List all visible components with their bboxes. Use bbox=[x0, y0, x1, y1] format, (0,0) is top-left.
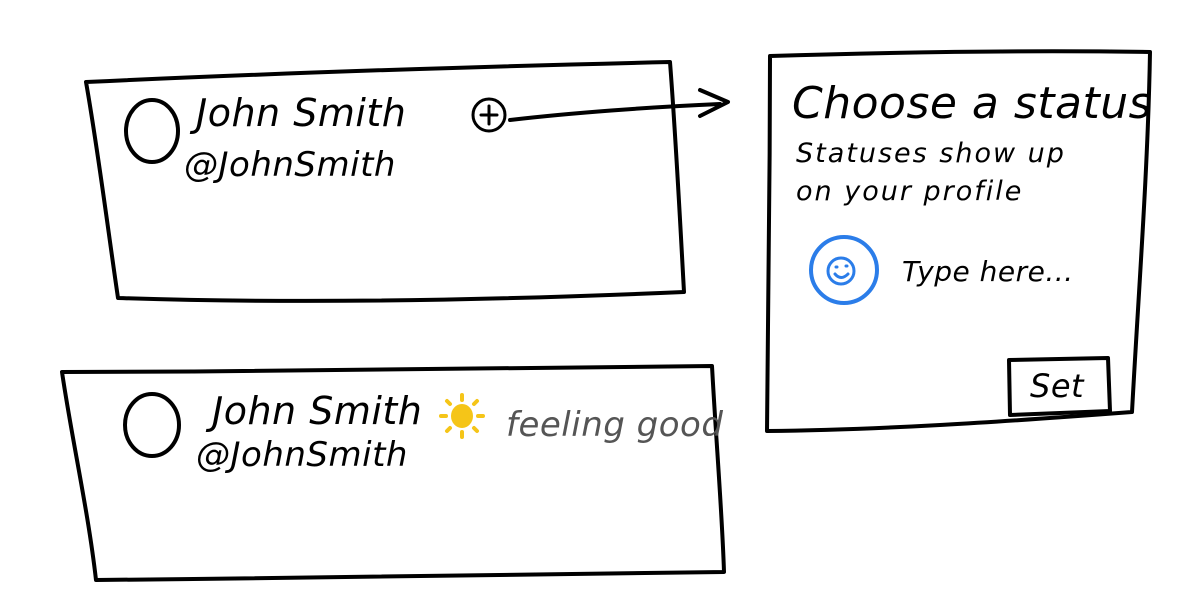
status-dialog-subtitle-line1: Statuses show up bbox=[796, 138, 1066, 169]
profile-name: John Smith bbox=[196, 91, 407, 135]
status-dialog-title: Choose a status bbox=[792, 78, 1153, 129]
profile-handle: @JohnSmith bbox=[196, 435, 408, 475]
set-button-label[interactable]: Set bbox=[1030, 370, 1084, 402]
profile-name: John Smith bbox=[212, 389, 423, 433]
avatar bbox=[123, 392, 181, 458]
flow-arrow bbox=[508, 88, 730, 122]
status-dialog-subtitle-line2: on your profile bbox=[796, 176, 1024, 207]
status-input[interactable]: Type here... bbox=[902, 258, 1074, 286]
sun-icon bbox=[439, 393, 485, 439]
avatar bbox=[124, 98, 180, 164]
smiley-face-icon[interactable] bbox=[809, 235, 879, 305]
profile-handle: @JohnSmith bbox=[184, 145, 396, 185]
status-text: feeling good bbox=[506, 405, 724, 445]
plus-circle-icon[interactable] bbox=[471, 97, 507, 133]
